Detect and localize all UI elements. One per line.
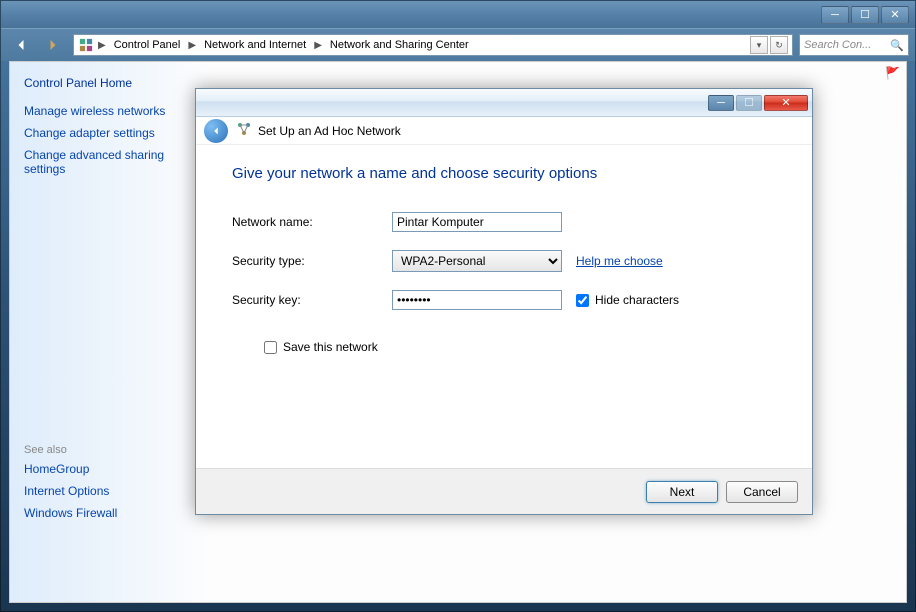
- chevron-right-icon: ▶: [314, 40, 322, 51]
- close-button[interactable]: ✕: [881, 6, 909, 24]
- breadcrumb-dropdown-button[interactable]: ▾: [750, 36, 768, 54]
- sidebar-link[interactable]: Windows Firewall: [24, 506, 196, 520]
- minimize-button[interactable]: ─: [821, 6, 849, 24]
- forward-button[interactable]: [39, 31, 67, 59]
- refresh-button[interactable]: ↻: [770, 36, 788, 54]
- sidebar: Control Panel Home Manage wireless netwo…: [10, 62, 210, 602]
- hide-characters-checkbox[interactable]: [576, 294, 589, 307]
- dialog-title-text: Set Up an Ad Hoc Network: [258, 124, 401, 138]
- network-name-label: Network name:: [232, 215, 392, 229]
- sidebar-link[interactable]: Internet Options: [24, 484, 196, 498]
- dialog-maximize-button[interactable]: ☐: [736, 95, 762, 111]
- cancel-button[interactable]: Cancel: [726, 481, 798, 503]
- sidebar-link[interactable]: Change advanced sharing settings: [24, 148, 196, 176]
- dialog-minimize-button[interactable]: ─: [708, 95, 734, 111]
- dialog-header: Set Up an Ad Hoc Network: [196, 117, 812, 145]
- breadcrumb-item[interactable]: Network and Internet: [200, 39, 310, 51]
- adhoc-wizard-dialog: ─ ☐ ✕ Set Up an Ad Hoc Network Give your…: [195, 88, 813, 515]
- control-panel-icon: [78, 37, 94, 53]
- dialog-body: Give your network a name and choose secu…: [196, 145, 812, 366]
- search-icon: 🔍: [890, 39, 904, 52]
- security-type-label: Security type:: [232, 254, 392, 268]
- dialog-heading: Give your network a name and choose secu…: [232, 165, 776, 182]
- breadcrumb-item[interactable]: Control Panel: [110, 39, 185, 51]
- dialog-footer: Next Cancel: [196, 468, 812, 514]
- network-name-input[interactable]: [392, 212, 562, 232]
- network-icon: [236, 121, 252, 140]
- back-button[interactable]: [7, 31, 35, 59]
- security-key-input[interactable]: [392, 290, 562, 310]
- outer-titlebar: ─ ☐ ✕: [1, 1, 915, 29]
- dialog-titlebar: ─ ☐ ✕: [196, 89, 812, 117]
- sidebar-home-link[interactable]: Control Panel Home: [24, 76, 196, 90]
- search-input[interactable]: Search Con... 🔍: [799, 34, 909, 56]
- dialog-title: Set Up an Ad Hoc Network: [236, 121, 401, 140]
- next-button[interactable]: Next: [646, 481, 718, 503]
- security-flag-icon: 🚩: [885, 66, 900, 80]
- security-type-select[interactable]: WPA2-Personal: [392, 250, 562, 272]
- search-placeholder: Search Con...: [804, 39, 871, 51]
- chevron-right-icon: ▶: [188, 40, 196, 51]
- see-also-label: See also: [24, 444, 196, 456]
- breadcrumb[interactable]: ▶ Control Panel ▶ Network and Internet ▶…: [73, 34, 793, 56]
- hide-characters-label: Hide characters: [595, 293, 679, 307]
- sidebar-link[interactable]: HomeGroup: [24, 462, 196, 476]
- help-me-choose-link[interactable]: Help me choose: [576, 254, 663, 268]
- dialog-close-button[interactable]: ✕: [764, 95, 808, 111]
- sidebar-link[interactable]: Manage wireless networks: [24, 104, 196, 118]
- chevron-right-icon: ▶: [98, 40, 106, 51]
- save-network-label: Save this network: [283, 340, 378, 354]
- security-key-label: Security key:: [232, 293, 392, 307]
- maximize-button[interactable]: ☐: [851, 6, 879, 24]
- dialog-back-button[interactable]: [204, 119, 228, 143]
- breadcrumb-item[interactable]: Network and Sharing Center: [326, 39, 473, 51]
- navigation-bar: ▶ Control Panel ▶ Network and Internet ▶…: [1, 29, 915, 61]
- save-network-checkbox[interactable]: [264, 341, 277, 354]
- sidebar-link[interactable]: Change adapter settings: [24, 126, 196, 140]
